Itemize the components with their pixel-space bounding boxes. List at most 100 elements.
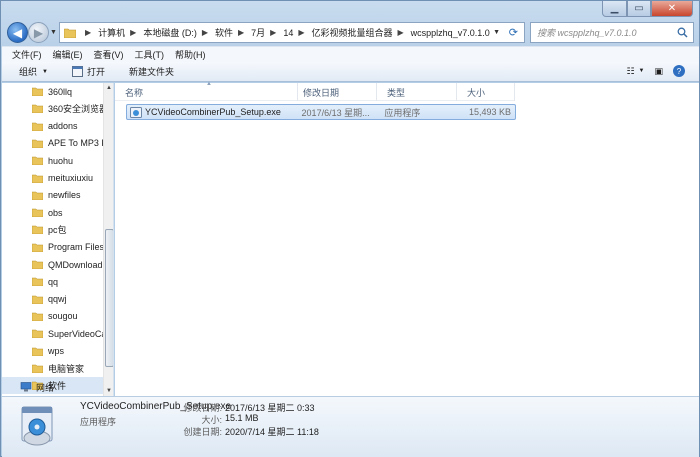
folder-icon [32,312,43,321]
chevron-down-icon: ▼ [42,68,48,75]
file-date: 2017/6/13 星期... [301,107,370,118]
change-view-icon[interactable]: ☷ [626,66,634,77]
folder-icon [32,122,43,131]
scroll-up-icon[interactable]: ▲ [106,85,112,91]
sidebar-item-folder[interactable]: 电脑管家 [2,360,104,377]
installer-icon [130,106,142,118]
open-label: 打开 [86,67,105,77]
sidebar-item-folder[interactable]: QMDownload [2,256,104,273]
sidebar-item-label: 电脑管家 [48,363,85,374]
navigation-pane: 360llq 360安全浏览器 addons APE To MP3 F huohu mei… [2,83,114,396]
address-bar[interactable]: ▶ 计算机 ▶ 本地磁盘 (D:) ▶ 软件 ▶ 7月 ▶ 14 ▶ 亿彩视频批量组合器 ▶… [59,22,525,43]
file-list-pane: ▲ 名称 修改日期 类型 大小 YCVideoCombinerPub_Setup… [115,81,699,396]
forward-button[interactable]: ▶ [28,22,49,43]
vertical-scrollbar[interactable]: ▲ ▼ [103,83,113,396]
sidebar-item-label: 网络 [36,382,55,393]
sidebar-item-folder[interactable]: wps [2,343,104,360]
sidebar-item-folder[interactable]: Program Files [2,239,104,256]
sidebar-item-folder[interactable]: newfiles [2,187,104,204]
sidebar-item-label: wps [48,346,65,356]
preview-pane-icon[interactable]: ▣ [654,66,663,77]
search-icon[interactable] [677,27,688,38]
sidebar-item-folder[interactable]: addons [2,118,104,135]
breadcrumb-item[interactable]: 亿彩视频批量组合器 ▶ [312,26,409,39]
network-icon [20,382,32,392]
column-header-size[interactable]: 大小 [457,83,515,101]
menu-view[interactable]: 查看(V) [94,48,124,61]
sidebar-item-folder[interactable]: meituxiuxiu [2,170,104,187]
details-size-value: 15.1 MB [225,413,259,423]
menu-file[interactable]: 文件(F) [12,48,42,61]
sidebar-item-folder[interactable]: obs [2,204,104,221]
scroll-down-icon[interactable]: ▼ [106,388,112,394]
sidebar-item-label: qqwj [48,294,67,305]
file-type: 应用程序 [384,107,421,118]
sidebar-item-network[interactable]: 网络 [2,380,54,394]
folder-icon [32,295,43,304]
application-icon [71,66,83,77]
column-header-type[interactable]: 类型 [377,83,457,101]
column-headers: 名称 修改日期 类型 大小 [115,83,515,101]
sidebar-item-label: Program Files [48,242,104,253]
minimize-button[interactable]: ▁ [602,1,627,17]
menu-help[interactable]: 帮助(H) [175,48,206,61]
sidebar-item-folder[interactable]: SuperVideoCa [2,325,104,342]
sidebar-item-folder[interactable]: pc包 [2,221,104,238]
maximize-button[interactable]: ▭ [627,1,651,17]
sidebar-item-folder[interactable]: qq [2,273,104,290]
breadcrumb-item[interactable]: 软件 ▶ [215,26,249,39]
sidebar-item-folder[interactable]: qqwj [2,291,104,308]
folder-icon [64,28,76,38]
chevron-down-icon[interactable]: ▼ [639,68,645,74]
column-header-date[interactable]: 修改日期 [298,83,377,101]
breadcrumb-item[interactable]: 本地磁盘 (D:) ▶ [143,26,213,39]
folder-icon [32,208,43,218]
breadcrumb-item[interactable]: 计算机 ▶ [98,26,141,39]
help-icon[interactable]: ? [673,65,685,77]
explorer-window: ▁ ▭ ✕ ◀ ▶ ▼ ▶ 计算机 ▶ 本地磁盘 (D:) ▶ 软件 ▶ 7月 ▶ 14… [0,0,700,457]
menu-edit[interactable]: 编辑(E) [53,48,83,61]
folder-icon [32,139,43,148]
search-input[interactable] [537,27,675,38]
organize-button[interactable]: 组织 ▼ [19,65,48,78]
back-button[interactable]: ◀ [7,22,28,43]
details-created-label: 创建日期: [183,427,222,437]
sidebar-item-folder[interactable]: 360安全浏览器 [2,100,104,117]
sidebar-item-folder[interactable]: APE To MP3 F [2,135,104,152]
column-header-name[interactable]: 名称 [115,83,298,101]
folder-icon [32,278,43,287]
sidebar-item-folder[interactable]: sougou [2,308,104,325]
recent-pages-dropdown-icon[interactable]: ▼ [50,29,57,36]
view-controls: ☷ ▼ ▣ ? [616,65,685,77]
installer-large-icon [21,406,53,446]
sidebar-item-label: 360llq [48,86,73,97]
breadcrumb-separator[interactable]: ▶ [80,28,96,37]
address-dropdown-icon[interactable]: ▼ [493,29,500,36]
file-row[interactable]: YCVideoCombinerPub_Setup.exe 2017/6/13 星… [126,104,516,120]
folder-icon [32,156,43,166]
sidebar-item-folder[interactable]: 360llq [2,83,104,100]
menu-tools[interactable]: 工具(T) [135,48,165,61]
sidebar-item-label: sougou [48,311,78,322]
folder-icon [32,364,43,373]
command-bar: 组织 ▼ 打开 新建文件夹 ☷ ▼ ▣ ? [2,62,699,82]
search-box [530,22,694,43]
breadcrumb-item[interactable]: 7月 ▶ [251,26,281,39]
folder-icon [32,191,43,200]
menu-bar: 文件(F) 编辑(E) 查看(V) 工具(T) 帮助(H) [2,46,699,62]
open-button[interactable]: 打开 [71,65,105,78]
scrollbar-thumb[interactable] [105,229,113,367]
sidebar-item-label: addons [48,121,78,132]
sidebar-item-label: huohu [48,155,74,166]
sidebar-item-label: pc包 [48,225,67,236]
breadcrumb-item[interactable]: wcspplzhq_v7.0.1.0 [411,28,490,38]
organize-label: 组织 [19,67,38,77]
sidebar-item-folder[interactable]: huohu [2,152,104,169]
new-folder-button[interactable]: 新建文件夹 [129,65,174,78]
close-button[interactable]: ✕ [651,1,693,17]
breadcrumb-item[interactable]: 14 ▶ [283,28,309,38]
file-size: 15,493 KB [468,107,511,117]
refresh-icon[interactable]: ⟳ [509,26,518,39]
folder-icon [32,260,43,269]
file-name-cell: YCVideoCombinerPub_Setup.exe [127,106,299,118]
